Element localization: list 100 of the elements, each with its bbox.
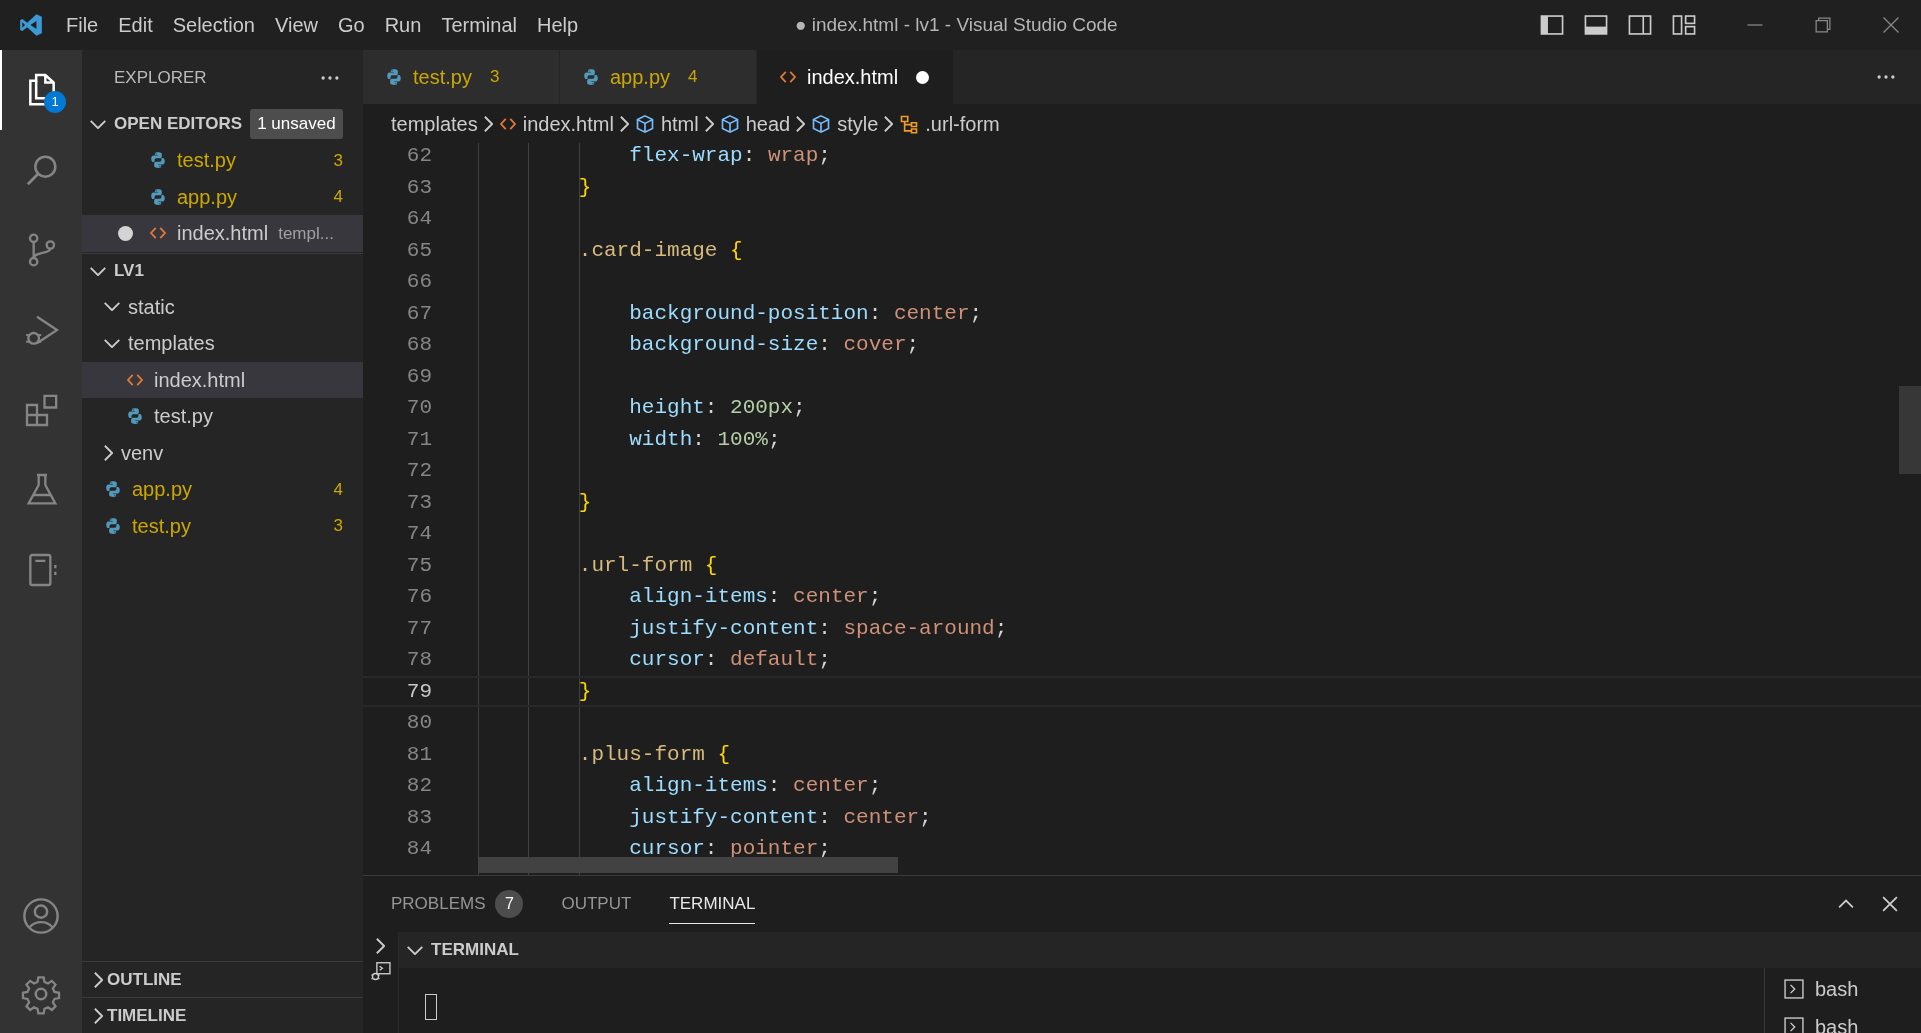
panel-tab[interactable]: TERMINAL — [669, 884, 756, 924]
section-header[interactable]: OPEN EDITORS 1 unsaved — [82, 106, 363, 142]
line-number: 77 — [405, 615, 433, 642]
breadcrumb-item[interactable]: .url-form — [899, 108, 1000, 139]
chevron-down-icon — [104, 338, 120, 348]
terminal-session-item[interactable]: bash — [1783, 974, 1921, 1004]
chevron-down-icon — [90, 266, 106, 276]
cube-icon — [634, 113, 655, 134]
code-line: width: 100%; — [628, 426, 781, 453]
panel-tab[interactable]: OUTPUT — [561, 884, 632, 924]
breadcrumb-item[interactable]: templates — [391, 108, 478, 139]
chevron-right-icon — [104, 444, 113, 461]
line-number: 73 — [405, 489, 433, 516]
panel-tab[interactable]: PROBLEMS 7 — [391, 884, 524, 924]
vertical-scrollbar[interactable] — [1899, 386, 1921, 474]
code-line: .plus-form { — [577, 741, 731, 768]
sidebar-title: EXPLORER — [114, 67, 207, 90]
terminal-cursor — [425, 994, 437, 1020]
menu-item[interactable]: Terminal — [431, 0, 527, 50]
tree-item[interactable]: index.html — [82, 361, 363, 398]
section-header[interactable]: TIMELINE — [82, 997, 363, 1033]
debug-terminal-icon[interactable] — [369, 960, 392, 982]
breadcrumb-item[interactable]: style — [811, 108, 879, 139]
line-number: 83 — [405, 804, 433, 831]
menu-item[interactable]: Run — [374, 0, 432, 50]
breadcrumb-item[interactable]: html — [634, 108, 699, 139]
hierarchy-icon — [899, 113, 920, 134]
notification-badge: 1 — [44, 91, 66, 113]
account-icon — [20, 895, 62, 937]
code-line: align-items: center; — [628, 773, 882, 799]
menu-item[interactable]: File — [56, 0, 109, 50]
window-title: ● index.html - lv1 - Visual Studio Code — [795, 13, 1118, 37]
python-file-icon — [149, 151, 167, 170]
cube-icon — [719, 113, 740, 134]
split-layout-icon[interactable] — [1627, 12, 1653, 38]
line-number: 82 — [405, 773, 433, 799]
tree-item[interactable]: templates — [82, 325, 363, 362]
restore-icon[interactable] — [1813, 15, 1833, 35]
breadcrumb-separator-icon — [619, 115, 629, 132]
tree-item[interactable]: app.py 4 — [82, 471, 363, 508]
breadcrumb-separator-icon — [884, 115, 894, 132]
count-badge: 7 — [495, 889, 524, 918]
code-line: } — [577, 678, 592, 705]
menu-item[interactable]: Selection — [162, 0, 265, 50]
open-editor-item[interactable]: test.py 3 — [82, 142, 363, 179]
line-number: 66 — [405, 269, 433, 295]
tree-item[interactable]: test.py 3 — [82, 507, 363, 544]
sidebar-layout-icon[interactable] — [1539, 12, 1565, 38]
line-number: 62 — [405, 143, 433, 169]
breadcrumb-item[interactable]: index.html — [498, 108, 614, 139]
close-icon[interactable] — [1881, 15, 1901, 35]
line-number: 69 — [405, 363, 433, 390]
horizontal-scrollbar[interactable] — [478, 857, 898, 873]
python-file-icon — [104, 516, 122, 535]
code-line: flex-wrap: wrap; — [628, 143, 831, 169]
tree-item[interactable]: static — [82, 288, 363, 325]
grid-layout-icon[interactable] — [1671, 12, 1697, 38]
settings-icon — [20, 973, 62, 1015]
code-line: height: 200px; — [628, 395, 806, 421]
line-number: 79 — [405, 678, 433, 705]
code-line: .url-form { — [577, 552, 718, 579]
editor-tab[interactable]: app.py 4 — [560, 50, 757, 104]
line-number: 76 — [405, 584, 433, 610]
line-number: 75 — [405, 552, 433, 579]
breadcrumb-separator-icon — [483, 115, 493, 132]
menu-item[interactable]: Help — [526, 0, 589, 50]
chevron-right-icon[interactable] — [376, 938, 385, 954]
unsaved-badge: 1 unsaved — [250, 109, 343, 139]
open-editor-item[interactable]: app.py 4 — [82, 178, 363, 215]
terminal-header[interactable]: TERMINAL — [399, 932, 1921, 968]
breadcrumb-separator-icon — [796, 115, 806, 132]
editor-tab[interactable]: index.html — [757, 50, 954, 104]
editor-tab[interactable]: test.py 3 — [363, 50, 560, 104]
tree-item[interactable]: venv — [82, 434, 363, 471]
line-number: 84 — [405, 836, 433, 862]
cube-icon — [811, 113, 832, 134]
line-number: 68 — [405, 332, 433, 358]
line-number: 70 — [405, 395, 433, 421]
python-file-icon — [104, 480, 122, 499]
python-file-icon — [126, 407, 144, 426]
code-line: background-size: cover; — [628, 332, 920, 358]
line-number: 81 — [405, 741, 433, 768]
open-editor-item[interactable]: index.html templ... — [82, 215, 363, 252]
section-header[interactable]: OUTLINE — [82, 961, 363, 997]
code-line: justify-content: space-around; — [628, 615, 1008, 642]
chevron-right-icon — [94, 971, 103, 988]
menu-item[interactable]: Edit — [108, 0, 163, 50]
python-file-icon — [149, 187, 167, 206]
menu-item[interactable]: Go — [328, 0, 375, 50]
line-number: 65 — [405, 237, 433, 264]
breadcrumb-item[interactable]: head — [719, 108, 791, 139]
code-line: background-position: center; — [628, 300, 983, 327]
tree-item[interactable]: test.py — [82, 398, 363, 435]
line-number: 78 — [405, 647, 433, 673]
menu-item[interactable]: View — [265, 0, 328, 50]
line-number: 63 — [405, 174, 433, 201]
line-number: 64 — [405, 206, 433, 232]
panel-layout-icon[interactable] — [1583, 12, 1609, 38]
python-file-icon — [582, 68, 600, 86]
section-header[interactable]: LV1 — [82, 252, 363, 289]
